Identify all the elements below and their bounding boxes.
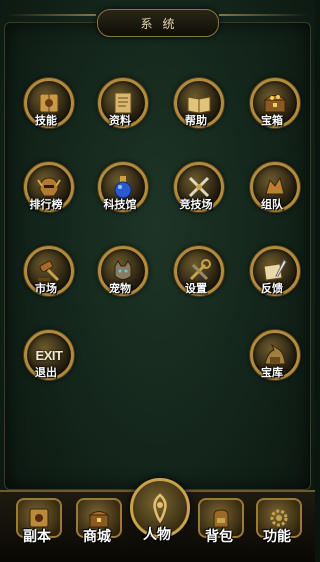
menu-item-label: 市场	[35, 282, 57, 295]
menu-item-label: 反馈	[261, 282, 283, 295]
menu-item-label: 科技馆	[103, 198, 137, 211]
menu-item-team[interactable]: 组队	[246, 162, 302, 224]
menu-item-technology[interactable]: 科技馆	[94, 162, 150, 224]
menu-item-label: 宝箱	[261, 114, 283, 127]
menu-item-label: 排行榜	[29, 198, 63, 211]
menu-item-ranking[interactable]: 排行榜	[20, 162, 76, 224]
menu-item-skills[interactable]: 技能	[20, 78, 76, 140]
menu-item-label: 技能	[35, 114, 57, 127]
menu-item-label: 竞技场	[179, 198, 213, 211]
menu-item-label: 资料	[109, 114, 131, 127]
menu-item-label: 组队	[261, 198, 283, 211]
menu-item-market[interactable]: 市场	[20, 246, 76, 308]
nav-tab-backpack[interactable]: 背包	[192, 496, 246, 556]
exit-icon-text: EXIT	[35, 347, 63, 363]
nav-tab-character[interactable]: 人物	[126, 478, 190, 558]
menu-item-label: 宝库	[261, 366, 283, 379]
menu-item-exit[interactable]: EXIT 退出	[20, 330, 76, 392]
nav-tab-label: 商城	[83, 529, 111, 545]
menu-item-label: 宠物	[109, 282, 131, 295]
nav-tab-label: 人物	[143, 527, 171, 543]
nav-tab-label: 副本	[23, 529, 51, 545]
menu-item-feedback[interactable]: 反馈	[246, 246, 302, 308]
nav-tab-functions[interactable]: 功能	[250, 496, 304, 556]
menu-item-profile[interactable]: 资料	[94, 78, 150, 140]
menu-item-arena[interactable]: 竞技场	[170, 162, 226, 224]
nav-tab-label: 背包	[205, 529, 233, 545]
nav-tab-dungeon[interactable]: 副本	[10, 496, 64, 556]
menu-item-vault[interactable]: 宝库	[246, 330, 302, 392]
menu-item-label: 帮助	[185, 114, 207, 127]
menu-item-treasure[interactable]: 宝箱	[246, 78, 302, 140]
menu-item-label: 设置	[185, 282, 207, 295]
menu-item-pets[interactable]: 宠物	[94, 246, 150, 308]
menu-item-settings[interactable]: 设置	[170, 246, 226, 308]
menu-item-help[interactable]: 帮助	[170, 78, 226, 140]
nav-tab-shop[interactable]: 商城	[70, 496, 124, 556]
system-menu-grid: 技能 资料 帮助 宝箱 排行榜 科技馆 竞技场 组队 市场 宠物 设置 反馈 E…	[0, 0, 315, 560]
menu-item-label: 退出	[35, 366, 57, 379]
nav-tab-label: 功能	[263, 529, 291, 545]
